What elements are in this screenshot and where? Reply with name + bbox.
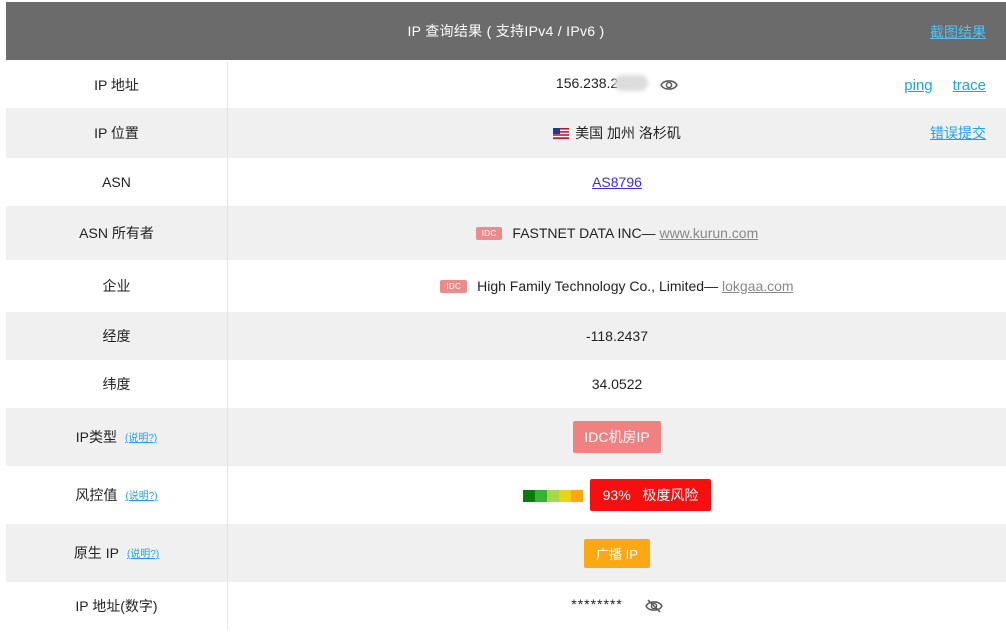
ip-location-value: 美国 加州 洛杉矶 — [575, 125, 681, 141]
asn-link[interactable]: AS8796 — [592, 174, 642, 190]
row-asn: ASN AS8796 — [6, 158, 1006, 206]
risk-level: 极度风险 — [642, 487, 699, 503]
us-flag-icon — [553, 126, 570, 139]
risk-scale-segment — [570, 490, 583, 503]
ip-masked-segment — [614, 75, 649, 91]
asn-owner-name: FASTNET DATA INC— — [512, 225, 656, 241]
enterprise-site-link[interactable]: lokgaa.com — [722, 278, 794, 294]
native-ip-cell: 广播 IP — [227, 524, 1006, 582]
asn-cell: AS8796 — [227, 158, 1006, 206]
row-ip-location: IP 位置 美国 加州 洛杉矶 错误提交 — [6, 108, 1006, 158]
numeric-ip-label: IP 地址(数字) — [6, 582, 228, 630]
row-asn-owner: ASN 所有者 IDC FASTNET DATA INC— www.kurun.c… — [6, 206, 1006, 260]
ping-link[interactable]: ping — [904, 77, 932, 94]
row-enterprise: 企业 IDC High Family Technology Co., Limite… — [6, 260, 1006, 312]
longitude-value: -118.2437 — [227, 312, 1006, 360]
report-error-link[interactable]: 错误提交 — [930, 123, 986, 143]
enterprise-cell: IDC High Family Technology Co., Limited— … — [227, 260, 1006, 312]
risk-scale-bar — [522, 490, 583, 503]
enterprise-name: High Family Technology Co., Limited— — [477, 278, 719, 294]
row-risk-score: 风控值 (说明?) 93% 极度风险 — [6, 466, 1006, 524]
ip-info-table: IP 地址 156.238.2 ping trace IP 位置 美国 加州 洛… — [6, 62, 1006, 630]
trace-link[interactable]: trace — [953, 77, 986, 94]
numeric-ip-value: ******** — [571, 596, 623, 612]
risk-cell: 93% 极度风险 — [227, 466, 1006, 524]
row-ip-type: IP类型 (说明?) IDC机房IP — [6, 408, 1006, 466]
asn-owner-site-link[interactable]: www.kurun.com — [659, 225, 758, 241]
eye-slash-icon[interactable] — [644, 599, 663, 616]
risk-percent: 93% — [602, 487, 631, 503]
row-native-ip: 原生 IP (说明?) 广播 IP — [6, 524, 1006, 582]
ip-tools: ping trace — [904, 62, 986, 108]
idc-tag: IDC — [440, 280, 468, 293]
ip-location-label: IP 位置 — [6, 108, 228, 158]
ip-type-label-cell: IP类型 (说明?) — [6, 408, 228, 466]
risk-scale-segment — [558, 490, 571, 503]
row-latitude: 纬度 34.0522 — [6, 360, 1006, 408]
risk-label: 风控值 — [75, 487, 118, 503]
risk-scale-segment — [522, 490, 535, 503]
ip-address-cell: 156.238.2 ping trace — [227, 62, 1006, 108]
ip-type-label: IP类型 — [75, 429, 117, 445]
risk-scale-segment — [534, 490, 547, 503]
page-title: IP 查询结果 ( 支持IPv4 / IPv6 ) — [407, 23, 605, 39]
risk-label-cell: 风控值 (说明?) — [6, 466, 228, 524]
result-header: IP 查询结果 ( 支持IPv4 / IPv6 ) 截图结果 — [6, 2, 1006, 60]
native-ip-badge: 广播 IP — [584, 538, 650, 568]
asn-owner-cell: IDC FASTNET DATA INC— www.kurun.com — [227, 206, 1006, 260]
asn-owner-label: ASN 所有者 — [6, 206, 228, 260]
screenshot-result-link[interactable]: 截图结果 — [930, 2, 986, 62]
latitude-label: 纬度 — [6, 360, 228, 408]
idc-tag: IDC — [475, 227, 503, 240]
enterprise-label: 企业 — [6, 260, 228, 312]
row-numeric-ip: IP 地址(数字) ******** — [6, 582, 1006, 630]
ip-type-help-link[interactable]: (说明?) — [125, 433, 157, 444]
ip-type-badge: IDC机房IP — [573, 421, 661, 453]
numeric-ip-cell: ******** — [227, 582, 1006, 630]
row-longitude: 经度 -118.2437 — [6, 312, 1006, 360]
location-tools: 错误提交 — [930, 108, 986, 158]
ip-address-label: IP 地址 — [6, 62, 228, 108]
ip-type-cell: IDC机房IP — [227, 408, 1006, 466]
row-ip-address: IP 地址 156.238.2 ping trace — [6, 62, 1006, 108]
risk-badge: 93% 极度风险 — [589, 479, 712, 511]
ip-address-value: 156.238.2 — [555, 75, 619, 91]
risk-scale-segment — [546, 490, 559, 503]
native-ip-help-link[interactable]: (说明?) — [127, 549, 159, 560]
latitude-value: 34.0522 — [227, 360, 1006, 408]
native-ip-label: 原生 IP — [73, 545, 119, 561]
asn-label: ASN — [6, 158, 228, 206]
native-ip-label-cell: 原生 IP (说明?) — [6, 524, 228, 582]
ip-location-cell: 美国 加州 洛杉矶 错误提交 — [227, 108, 1006, 158]
eye-icon[interactable] — [660, 78, 678, 95]
longitude-label: 经度 — [6, 312, 228, 360]
risk-help-link[interactable]: (说明?) — [125, 491, 157, 502]
